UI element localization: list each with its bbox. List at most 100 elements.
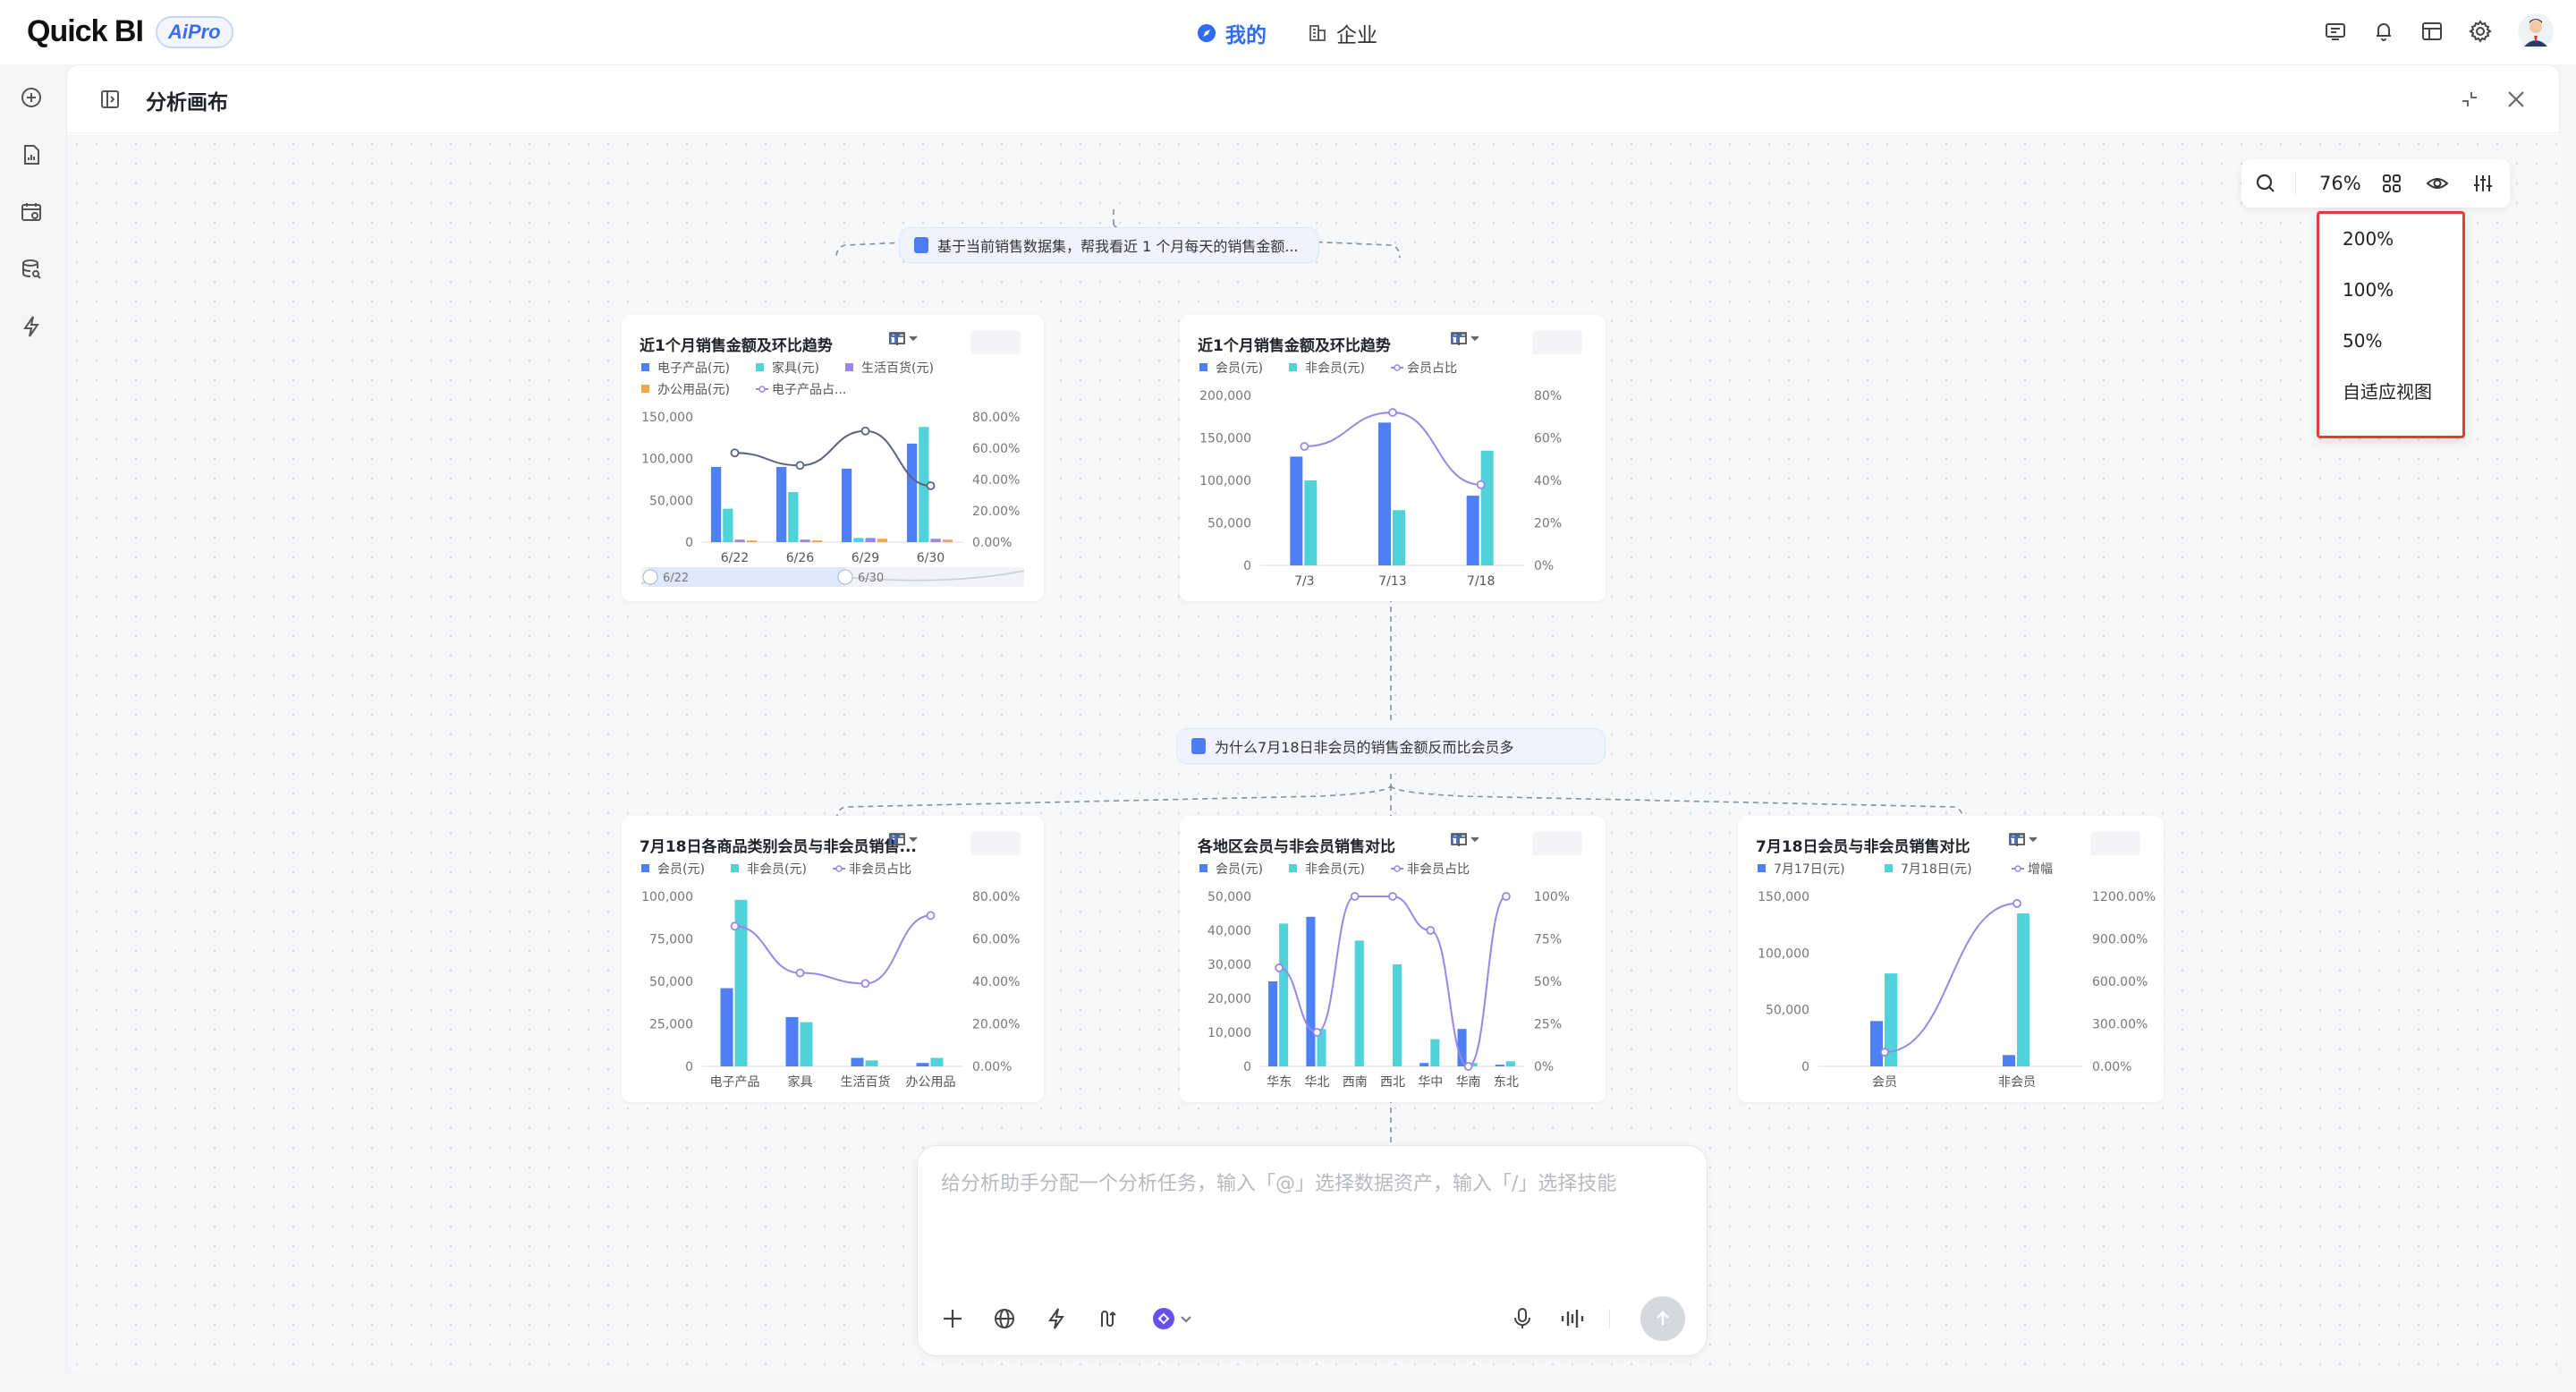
sliders-icon[interactable] <box>2472 173 2494 194</box>
lightning-icon[interactable] <box>20 315 43 338</box>
legend-label: 非会员(元) <box>1305 862 1365 877</box>
y2-tick-label: 20% <box>1534 517 1562 531</box>
range-slider-end-label: 6/30 <box>858 572 884 585</box>
building-icon <box>1309 25 1326 41</box>
gear-icon[interactable] <box>2469 20 2492 43</box>
legend-label: 非会员(元) <box>1305 361 1365 376</box>
line-point <box>795 968 805 978</box>
legend-label: 办公用品(元) <box>657 383 730 397</box>
legend-label: 非会员占比 <box>849 862 911 877</box>
y2-tick-label: 300.00% <box>2092 1018 2148 1032</box>
line-point <box>926 911 936 921</box>
bar <box>1354 940 1364 1066</box>
search-icon[interactable] <box>2254 172 2277 195</box>
chart-card-4[interactable]: 各地区会员与非会员销售对比 会员(元) 非会员(元) 非会员占比 50,000 40,00… <box>1180 816 1606 1102</box>
report-icon[interactable] <box>20 143 43 166</box>
bar <box>1419 1063 1429 1066</box>
sidebar-toggle-icon[interactable] <box>99 89 121 110</box>
x-tick-label: 西北 <box>1380 1075 1405 1090</box>
line-point <box>926 481 936 490</box>
x-tick-label: 办公用品 <box>906 1075 956 1090</box>
panel-title: 分析画布 <box>146 91 228 115</box>
model-selector[interactable] <box>1147 1303 1206 1334</box>
chat-input-placeholder[interactable]: 给分析助手分配一个分析任务，输入「@」选择数据资产，输入「/」选择技能 <box>941 1167 1616 1196</box>
y-tick-label: 50,000 <box>649 975 693 989</box>
y2-tick-label: 75% <box>1534 933 1562 947</box>
microphone-icon[interactable] <box>1512 1307 1533 1330</box>
y2-tick-label: 40.00% <box>972 473 1020 488</box>
collapse-icon[interactable] <box>2459 89 2480 110</box>
chart-card-3[interactable]: 7月18日各商品类别会员与非会员销售... 会员(元) 非会员(元) 非会员占比 100… <box>622 816 1044 1102</box>
x-tick-label: 7/3 <box>1294 574 1315 589</box>
zoom-option-200[interactable]: 200% <box>2319 214 2462 265</box>
lightning-icon[interactable] <box>1045 1307 1068 1330</box>
x-tick-label: 7/13 <box>1378 574 1406 589</box>
bar <box>1393 964 1402 1066</box>
skill-icon[interactable] <box>1097 1307 1122 1330</box>
line-point <box>1312 1028 1322 1037</box>
nav-enterprise[interactable]: 企业 <box>1308 18 1377 48</box>
line-point <box>860 979 870 989</box>
legend-swatch <box>641 385 649 393</box>
question-bubble-2[interactable]: 为什么7月18日非会员的销售金额反而比会员多 <box>1176 728 1606 764</box>
bar <box>734 539 745 542</box>
close-icon[interactable] <box>2505 89 2527 110</box>
bar <box>916 1063 929 1066</box>
new-chat-icon[interactable] <box>20 86 43 109</box>
screen-icon[interactable] <box>2324 20 2347 43</box>
zoom-option-100[interactable]: 100% <box>2319 265 2462 316</box>
legend-line-marker <box>1394 865 1401 872</box>
grid-layout-icon[interactable] <box>2381 173 2402 194</box>
series-line <box>734 429 931 487</box>
plus-icon[interactable] <box>941 1307 964 1330</box>
y2-tick-label: 80.00% <box>972 411 1020 425</box>
voice-wave-icon[interactable] <box>1560 1307 1585 1330</box>
x-tick-label: 电子产品 <box>710 1075 760 1090</box>
logo-text: Quick BI <box>27 14 144 48</box>
bar <box>746 540 758 542</box>
y-tick-label: 75,000 <box>649 933 693 947</box>
avatar[interactable] <box>2517 13 2555 50</box>
zoom-option-fit[interactable]: 自适应视图 <box>2319 367 2462 418</box>
y-tick-label: 50,000 <box>1208 517 1251 531</box>
send-button[interactable] <box>1640 1296 1685 1341</box>
y2-tick-label: 40.00% <box>972 975 1020 989</box>
x-tick-label: 7/18 <box>1467 574 1495 589</box>
legend-swatch <box>1199 864 1208 872</box>
series-line <box>734 914 931 985</box>
dashboard-icon[interactable] <box>2420 20 2444 43</box>
chart-card-1[interactable]: 近1个月销售金额及环比趋势 电子产品(元) 家具(元) 生活百货(元) 办公用品(元) 电… <box>622 315 1044 601</box>
y2-tick-label: 40% <box>1534 474 1562 488</box>
y2-tick-label: 0.00% <box>2092 1060 2131 1074</box>
line-point <box>1388 892 1397 901</box>
chart-card-5[interactable]: 7月18日会员与非会员销售对比 7月17日(元) 7月18日(元) 增幅 150,000… <box>1738 816 2164 1102</box>
chart-card-2[interactable]: 近1个月销售金额及环比趋势 会员(元) 非会员(元) 会员占比 200,000 150,0… <box>1180 315 1606 601</box>
chart-svg: 电子产品(元) 家具(元) 生活百货(元) 办公用品(元) 电子产品占... 150,00… <box>640 361 1025 587</box>
database-icon[interactable] <box>20 258 43 281</box>
calendar-icon[interactable] <box>20 200 43 224</box>
globe-icon[interactable] <box>993 1307 1016 1330</box>
legend-swatch <box>641 864 649 872</box>
bar <box>800 1022 813 1066</box>
y-tick-label: 20,000 <box>1208 992 1251 1006</box>
y2-tick-label: 60% <box>1534 432 1562 446</box>
legend-label: 非会员(元) <box>747 862 807 877</box>
line-point <box>1275 963 1284 972</box>
zoom-option-50[interactable]: 50% <box>2319 316 2462 367</box>
legend-label: 非会员占比 <box>1407 862 1470 877</box>
legend-label: 增幅 <box>2028 862 2053 877</box>
eye-icon[interactable] <box>2426 173 2449 194</box>
bar <box>930 539 941 542</box>
nav-mine[interactable]: 我的 <box>1197 18 1267 48</box>
chat-input-box[interactable]: 给分析助手分配一个分析任务，输入「@」选择数据资产，输入「/」选择技能 <box>917 1145 1707 1356</box>
bell-icon[interactable] <box>2372 20 2395 43</box>
y2-tick-label: 25% <box>1534 1018 1562 1032</box>
app-logo[interactable]: Quick BI AiPro <box>27 14 233 49</box>
bar <box>2017 913 2029 1066</box>
main-nav: 我的 企业 <box>1197 18 1377 48</box>
question-bubble-1[interactable]: 基于当前销售数据集，帮我看近 1 个月每天的销售金额... <box>899 227 1319 263</box>
y-tick-label: 40,000 <box>1208 924 1251 938</box>
zoom-level[interactable]: 76% <box>2319 173 2361 194</box>
chat-input-toolbar <box>941 1296 1685 1341</box>
legend-swatch <box>1199 363 1208 371</box>
